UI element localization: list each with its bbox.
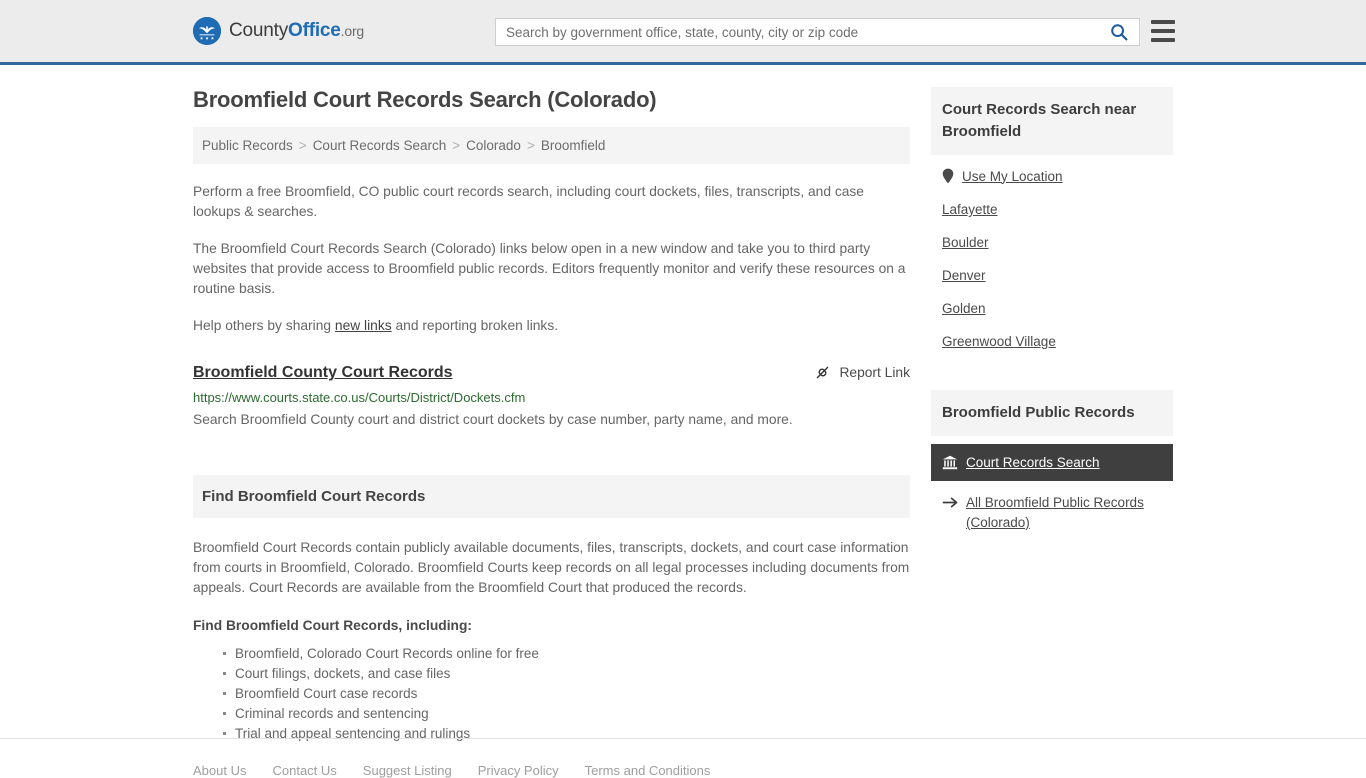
courthouse-icon xyxy=(942,455,958,470)
find-records-body: Broomfield Court Records contain publicl… xyxy=(193,538,910,744)
sidebar-item-denver[interactable]: Denver xyxy=(931,259,1173,292)
logo-text-office: Office xyxy=(288,20,341,41)
eagle-shield-icon xyxy=(193,17,221,45)
sidebar-item-lafayette[interactable]: Lafayette xyxy=(931,193,1173,226)
page-title: Broomfield Court Records Search (Colorad… xyxy=(193,87,657,112)
sidebar: Court Records Search near Broomfield Use… xyxy=(931,87,1173,744)
breadcrumb-item-broomfield: Broomfield xyxy=(540,138,606,153)
report-link-label: Report Link xyxy=(839,365,910,380)
breadcrumb-separator: > xyxy=(526,138,535,153)
sidebar-item-boulder[interactable]: Boulder xyxy=(931,226,1173,259)
breadcrumb-item-court-records-search[interactable]: Court Records Search xyxy=(313,138,447,153)
broken-link-icon xyxy=(814,364,831,381)
intro-paragraph-2: The Broomfield Court Records Search (Col… xyxy=(193,241,906,296)
list-item: Criminal records and sentencing xyxy=(223,704,910,724)
map-pin-icon xyxy=(942,168,954,184)
sidebar-city-link[interactable]: Greenwood Village xyxy=(942,334,1056,349)
find-records-list: Broomfield, Colorado Court Records onlin… xyxy=(193,644,910,744)
breadcrumb-separator: > xyxy=(452,138,461,153)
hamburger-bar xyxy=(1151,38,1175,42)
report-link-button[interactable]: Report Link xyxy=(814,362,910,381)
court-records-search-link[interactable]: Court Records Search xyxy=(966,455,1100,470)
sidebar-city-link[interactable]: Denver xyxy=(942,268,986,283)
all-public-records-link[interactable]: All Broomfield Public Records (Colorado) xyxy=(966,493,1162,533)
arrow-right-icon xyxy=(942,493,958,509)
sidebar-item-all-public-records[interactable]: All Broomfield Public Records (Colorado) xyxy=(931,481,1173,533)
breadcrumb-separator: > xyxy=(298,138,307,153)
footer-link-terms-and-conditions[interactable]: Terms and Conditions xyxy=(585,763,711,778)
list-item: Broomfield Court case records xyxy=(223,684,910,704)
footer-links: About Us Contact Us Suggest Listing Priv… xyxy=(193,763,1366,778)
site-header: CountyOffice.org xyxy=(0,0,1366,65)
intro-paragraph-1: Perform a free Broomfield, CO public cou… xyxy=(193,184,864,219)
main-column: Broomfield Court Records Search (Colorad… xyxy=(193,87,910,744)
sidebar-public-records-block: Broomfield Public Records Court Records … xyxy=(931,390,1173,533)
find-records-list-heading: Find Broomfield Court Records, including… xyxy=(193,618,472,633)
result-title-link[interactable]: Broomfield County Court Records xyxy=(193,362,453,384)
search-input[interactable] xyxy=(496,19,1099,45)
new-links-link[interactable]: new links xyxy=(335,318,392,333)
search-bar[interactable] xyxy=(495,18,1140,46)
footer-link-privacy-policy[interactable]: Privacy Policy xyxy=(478,763,559,778)
find-records-paragraph: Broomfield Court Records contain publicl… xyxy=(193,540,910,595)
site-logo-text: CountyOffice.org xyxy=(229,20,364,42)
breadcrumb-item-colorado[interactable]: Colorado xyxy=(466,138,521,153)
search-button[interactable] xyxy=(1099,19,1139,45)
find-records-heading: Find Broomfield Court Records xyxy=(193,475,910,518)
footer-link-about-us[interactable]: About Us xyxy=(193,763,246,778)
footer-link-suggest-listing[interactable]: Suggest Listing xyxy=(363,763,452,778)
sidebar-item-use-my-location[interactable]: Use My Location xyxy=(931,159,1173,193)
intro-paragraph-3: Help others by sharing new links and rep… xyxy=(193,316,910,336)
use-my-location-link[interactable]: Use My Location xyxy=(962,169,1063,184)
page-container: Broomfield Court Records Search (Colorad… xyxy=(0,65,1366,744)
intro-p3-before: Help others by sharing xyxy=(193,318,335,333)
hamburger-bar xyxy=(1151,20,1175,24)
sidebar-nearby-links: Use My Location Lafayette Boulder Denver… xyxy=(931,155,1173,358)
result-item: Broomfield County Court Records Report L… xyxy=(193,362,910,430)
list-item: Court filings, dockets, and case files xyxy=(223,664,910,684)
sidebar-nearby-heading: Court Records Search near Broomfield xyxy=(931,87,1173,155)
hamburger-menu-icon[interactable] xyxy=(1151,20,1175,42)
logo-text-county: County xyxy=(229,20,289,41)
site-logo[interactable]: CountyOffice.org xyxy=(193,17,364,45)
sidebar-city-link[interactable]: Boulder xyxy=(942,235,989,250)
breadcrumb: Public Records > Court Records Search > … xyxy=(193,127,910,164)
sidebar-item-greenwood-village[interactable]: Greenwood Village xyxy=(931,325,1173,358)
result-url[interactable]: https://www.courts.state.co.us/Courts/Di… xyxy=(193,390,910,405)
result-description: Search Broomfield County court and distr… xyxy=(193,412,793,427)
breadcrumb-item-public-records[interactable]: Public Records xyxy=(202,138,293,153)
search-icon xyxy=(1110,23,1128,41)
sidebar-item-court-records-search[interactable]: Court Records Search xyxy=(931,444,1173,481)
sidebar-city-link[interactable]: Lafayette xyxy=(942,202,998,217)
list-item: Broomfield, Colorado Court Records onlin… xyxy=(223,644,910,664)
intro-p3-after: and reporting broken links. xyxy=(391,318,559,333)
hamburger-bar xyxy=(1151,29,1175,33)
sidebar-item-golden[interactable]: Golden xyxy=(931,292,1173,325)
intro-text: Perform a free Broomfield, CO public cou… xyxy=(193,182,910,336)
sidebar-city-link[interactable]: Golden xyxy=(942,301,986,316)
logo-text-org: .org xyxy=(340,23,365,39)
footer-link-contact-us[interactable]: Contact Us xyxy=(272,763,336,778)
sidebar-public-records-heading: Broomfield Public Records xyxy=(931,390,1173,436)
site-footer: About Us Contact Us Suggest Listing Priv… xyxy=(0,738,1366,778)
